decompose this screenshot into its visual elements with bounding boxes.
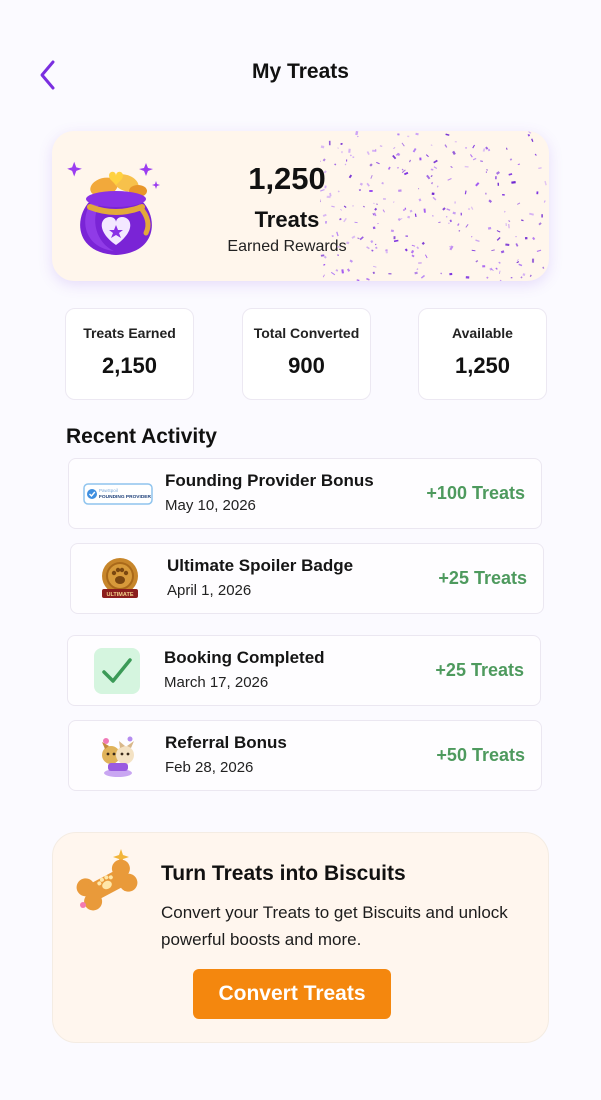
- svg-text:ULTIMATE: ULTIMATE: [107, 592, 134, 598]
- convert-title: Turn Treats into Biscuits: [161, 862, 406, 885]
- stat-treats-earned: Treats Earned 2,150: [65, 308, 194, 400]
- stat-label: Total Converted: [253, 325, 360, 341]
- activity-date: April 1, 2026: [167, 582, 252, 599]
- activity-points: +25 Treats: [435, 660, 524, 680]
- activity-item[interactable]: ULTIMATE Ultimate Spoiler Badge April 1,…: [70, 543, 544, 614]
- stat-total-converted: Total Converted 900: [242, 308, 371, 400]
- treat-bag-icon: [67, 161, 160, 255]
- confetti-decoration: [320, 131, 549, 281]
- activity-title: Referral Bonus: [165, 733, 287, 752]
- convert-treats-button[interactable]: Convert Treats: [193, 969, 391, 1019]
- stat-available: Available 1,250: [418, 308, 547, 400]
- stat-value: 900: [288, 353, 325, 378]
- activity-item[interactable]: Booking Completed March 17, 2026 +25 Tre…: [67, 635, 541, 706]
- activity-date: May 10, 2026: [165, 497, 256, 514]
- activity-points: +25 Treats: [438, 568, 527, 588]
- stat-value: 2,150: [101, 353, 158, 378]
- checkmark-icon: [82, 646, 152, 696]
- activity-title: Booking Completed: [164, 648, 325, 667]
- convert-treats-card: Turn Treats into Biscuits Convert your T…: [52, 832, 549, 1043]
- activity-title: Ultimate Spoiler Badge: [167, 556, 354, 575]
- pets-illustration-icon: [83, 731, 153, 781]
- activity-title: Founding Provider Bonus: [165, 471, 374, 490]
- convert-description: Convert your Treats to get Biscuits and …: [161, 903, 508, 949]
- page-title: My Treats: [252, 60, 349, 83]
- header: My Treats: [0, 0, 601, 150]
- recent-activity-heading: Recent Activity: [66, 425, 217, 448]
- svg-text:PawSpoil: PawSpoil: [99, 488, 118, 493]
- activity-item[interactable]: PawSpoil FOUNDING PROVIDER Founding Prov…: [68, 458, 542, 529]
- ultimate-spoiler-medal-icon: ULTIMATE: [85, 554, 155, 604]
- stat-label: Treats Earned: [83, 325, 176, 341]
- founding-provider-badge-icon: PawSpoil FOUNDING PROVIDER: [83, 469, 153, 519]
- activity-points: +50 Treats: [436, 745, 525, 765]
- activity-points: +100 Treats: [426, 483, 525, 503]
- svg-text:FOUNDING PROVIDER: FOUNDING PROVIDER: [99, 494, 152, 500]
- treats-summary-card: 1,250 Treats Earned Rewards: [52, 131, 549, 281]
- biscuit-icon: [76, 849, 138, 911]
- stat-label: Available: [452, 325, 513, 341]
- activity-item[interactable]: Referral Bonus Feb 28, 2026 +50 Treats: [68, 720, 542, 791]
- activity-date: March 17, 2026: [164, 674, 269, 691]
- activity-date: Feb 28, 2026: [165, 759, 254, 776]
- stat-value: 1,250: [454, 353, 511, 378]
